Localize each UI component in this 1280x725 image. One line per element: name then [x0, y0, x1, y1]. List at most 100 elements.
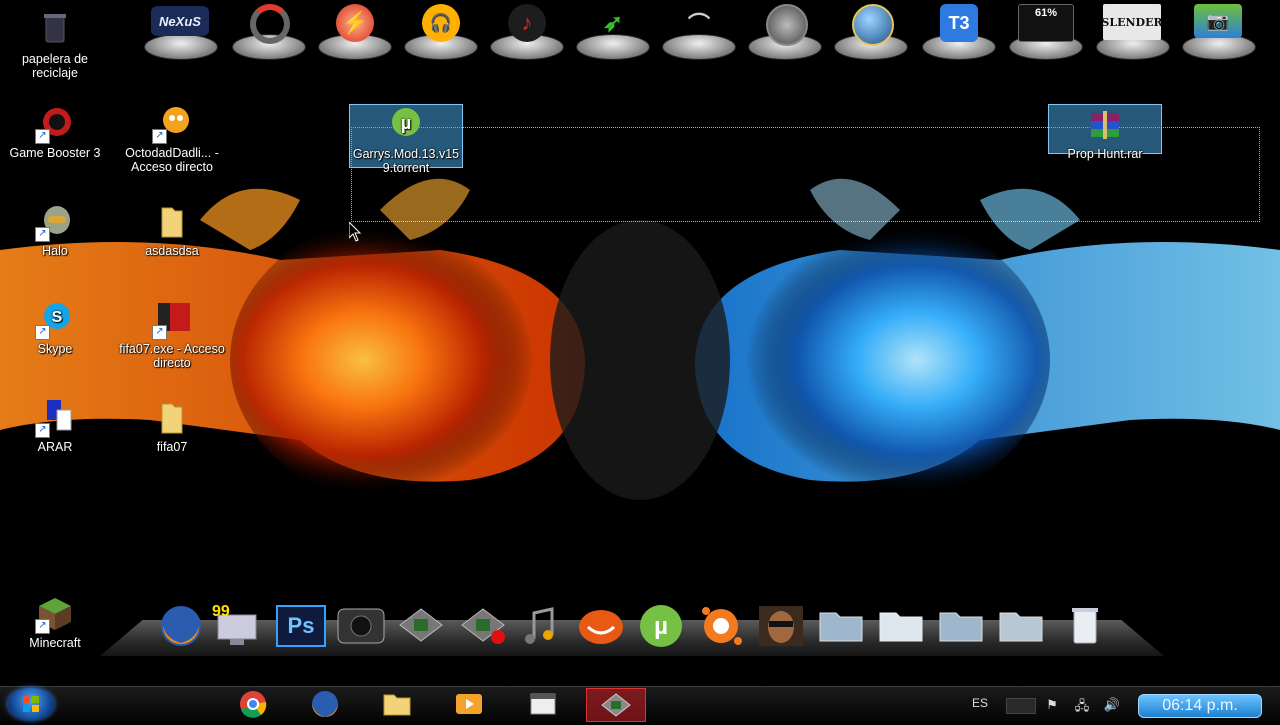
- record-icon: [461, 608, 505, 644]
- firefox-icon: [161, 606, 201, 646]
- dock-gadget-music[interactable]: ♪: [486, 0, 566, 62]
- screen-recorder-icon: [399, 608, 443, 642]
- dock-gadget-globe[interactable]: [830, 0, 910, 62]
- music-player-icon: [525, 607, 554, 644]
- dock-gadget-t3[interactable]: T3: [918, 0, 998, 62]
- winrar-archive-icon: [1085, 105, 1125, 145]
- dock-monitor-99[interactable]: 99: [212, 603, 262, 649]
- dock-gadget-flash[interactable]: ⚡: [314, 0, 394, 62]
- desktop-icon-recycle-bin[interactable]: papelera de reciclaje: [0, 10, 110, 80]
- dock-folder-1[interactable]: [816, 603, 866, 649]
- nexus-icon: NeXuS: [151, 6, 209, 36]
- arar-icon: ↗: [35, 398, 75, 438]
- desktop-icon-label: OctodadDadli... - Acceso directo: [125, 146, 219, 174]
- folder-icon: [999, 612, 1043, 642]
- music-note-icon: ♪: [508, 4, 546, 42]
- language-indicator[interactable]: ES: [972, 696, 988, 710]
- desktop-icon-octodad[interactable]: ↗ OctodadDadli... - Acceso directo: [117, 104, 227, 174]
- desktop-icon-label: papelera de reciclaje: [21, 52, 89, 80]
- dock-camera-app[interactable]: [336, 603, 386, 649]
- start-button[interactable]: [8, 688, 54, 720]
- desktop-icon-label: ARAR: [37, 440, 73, 454]
- folder-icon: [152, 398, 192, 438]
- window-app-icon: [530, 693, 556, 715]
- volume-icon[interactable]: 🔊: [1102, 697, 1122, 715]
- folder-icon: [879, 612, 923, 642]
- dock-folder-3[interactable]: [936, 603, 986, 649]
- skype-icon: S ↗: [35, 300, 75, 340]
- svg-text:µ: µ: [654, 613, 668, 640]
- chrome-icon: [240, 691, 267, 718]
- t3-icon: T3: [940, 4, 978, 42]
- t3-label: T3: [948, 12, 970, 33]
- drop-icon: ⌒: [687, 12, 710, 37]
- camera-lens-icon: [766, 4, 808, 46]
- dock-folder-4[interactable]: [996, 603, 1046, 649]
- desktop-icon-minecraft[interactable]: ↗ Minecraft: [0, 594, 110, 650]
- avast-icon: [702, 607, 742, 645]
- photoshop-icon: Ps: [276, 605, 326, 647]
- desktop-icon-arar[interactable]: ↗ ARAR: [0, 398, 110, 454]
- slender-icon: SLENDER: [1101, 4, 1163, 40]
- dock-gadget-slender[interactable]: SLENDER: [1092, 0, 1172, 62]
- dock-avast[interactable]: [696, 603, 746, 649]
- taskbar-window-app[interactable]: [514, 688, 572, 720]
- desktop-icon-label: Game Booster 3: [9, 146, 101, 160]
- minecraft-block-icon: ↗: [35, 594, 75, 634]
- recycle-bin-icon: [35, 10, 75, 50]
- dock-gadget-drop[interactable]: ⌒: [658, 0, 738, 62]
- dock-origin[interactable]: [576, 603, 626, 649]
- photoshop-label: Ps: [287, 613, 315, 638]
- taskbar-chrome[interactable]: [224, 688, 282, 720]
- dock-gadget-nexus[interactable]: NeXuS: [140, 0, 220, 62]
- desktop-icon-label: Minecraft: [29, 636, 81, 650]
- dock-recycle-bin[interactable]: [1060, 603, 1110, 649]
- dock-gadget-ring[interactable]: [228, 0, 308, 62]
- desktop-icon-skype[interactable]: S ↗ Skype: [0, 300, 110, 356]
- desktop-icon-label: fifa07: [156, 440, 188, 454]
- dock-photoshop[interactable]: Ps: [276, 603, 326, 649]
- taskbar-clock[interactable]: 06:14 p.m.: [1138, 694, 1262, 718]
- dock-folder-2[interactable]: [876, 603, 926, 649]
- desktop-icon-garrys-mod-torrent[interactable]: µ Garrys.Mod.13.v159.torrent: [349, 104, 463, 175]
- dock-firefox[interactable]: [156, 603, 206, 649]
- folder-icon: [383, 694, 411, 716]
- dock-gta-san-andreas[interactable]: [756, 603, 806, 649]
- headphones-icon: 🎧: [422, 4, 460, 42]
- desktop-icon-fifa07-exe[interactable]: ↗ fifa07.exe - Acceso directo: [117, 300, 227, 370]
- dock-gadget-cpu[interactable]: 61%: [1005, 0, 1085, 62]
- media-player-icon: [456, 694, 482, 714]
- shortcut-arrow-icon: ↗: [35, 423, 50, 438]
- desktop-icon-prop-hunt-rar[interactable]: Prop Hunt.rar: [1048, 104, 1162, 161]
- cpu-percent: 61%: [1034, 7, 1058, 19]
- taskbar-firefox[interactable]: [296, 688, 354, 720]
- dock-screen-recorder[interactable]: [396, 603, 446, 649]
- dock-screen-recorder-rec[interactable]: [458, 603, 508, 649]
- svg-text:µ: µ: [401, 113, 411, 133]
- ring-icon: [250, 4, 290, 44]
- trash-bin-icon: [1072, 608, 1098, 644]
- action-center-flag-icon[interactable]: ⚑: [1042, 697, 1062, 715]
- desktop-icon-label: Halo: [42, 244, 68, 258]
- dock-gadget-photo[interactable]: 📷: [1178, 0, 1258, 62]
- desktop-icon-halo[interactable]: ↗ Halo: [0, 202, 110, 258]
- dock-music-player[interactable]: [516, 603, 566, 649]
- dock-gadget-audio[interactable]: 🎧: [400, 0, 480, 62]
- dock-gadget-camera[interactable]: [744, 0, 824, 62]
- taskbar-media-player[interactable]: [440, 688, 498, 720]
- shortcut-arrow-icon: ↗: [35, 325, 50, 340]
- gta-character-icon: [759, 606, 803, 646]
- octodad-icon: ↗: [152, 104, 192, 144]
- dock-utorrent[interactable]: µ: [636, 603, 686, 649]
- desktop-icon-asdasdsa-folder[interactable]: asdasdsa: [117, 202, 227, 258]
- dock-gadget-cursor[interactable]: ➶: [572, 0, 652, 62]
- shortcut-arrow-icon: ↗: [152, 325, 167, 340]
- mouse-pointer-icon: [349, 222, 362, 242]
- tray-overflow[interactable]: [1006, 698, 1036, 714]
- taskbar-file-explorer[interactable]: [368, 688, 426, 720]
- desktop-icon-game-booster[interactable]: ↗ Game Booster 3: [0, 104, 110, 160]
- taskbar-screen-recorder[interactable]: [586, 688, 646, 722]
- desktop-icon-fifa07-folder[interactable]: fifa07: [117, 398, 227, 454]
- lightning-icon: ⚡: [336, 4, 374, 42]
- network-icon[interactable]: 🖧: [1072, 697, 1092, 715]
